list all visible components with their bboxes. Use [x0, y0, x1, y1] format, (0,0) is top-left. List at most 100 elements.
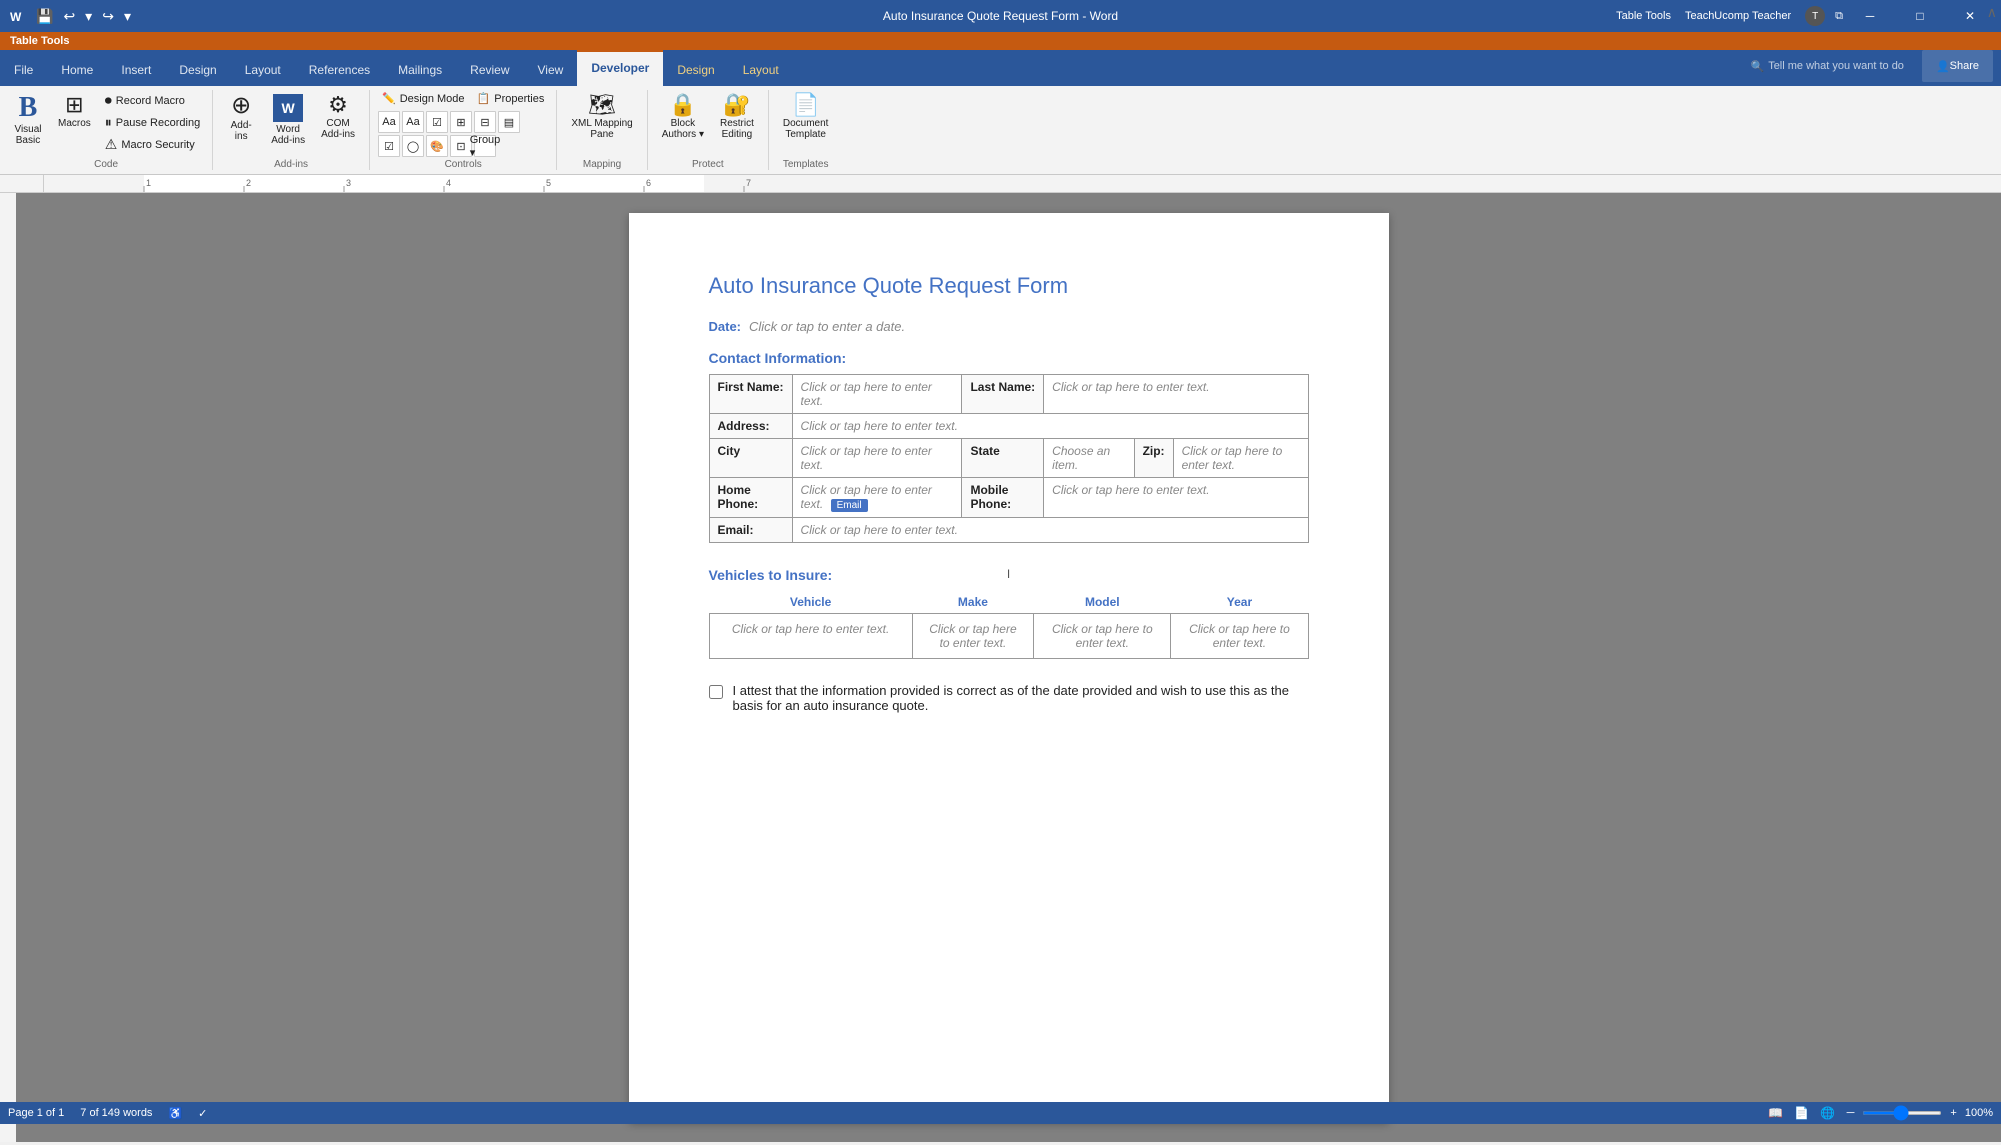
svg-text:5: 5	[546, 178, 551, 188]
maximize-button[interactable]: □	[1897, 0, 1943, 32]
ctrl-icon-10[interactable]: ⊡	[450, 135, 472, 157]
addins-label: Add-ins	[231, 120, 252, 142]
com-addins-label: COMAdd-ins	[321, 118, 355, 140]
page-status: Page 1 of 1	[8, 1107, 64, 1119]
zip-value[interactable]: Click or tap here to enter text.	[1173, 439, 1307, 477]
undo-dropdown-icon[interactable]: ▾	[81, 6, 96, 27]
ctrl-icon-8[interactable]: ◯	[402, 135, 424, 157]
pause-recording-button[interactable]: ⏸ Pause Recording	[101, 112, 204, 133]
attestation-checkbox[interactable]	[709, 685, 723, 699]
document-area[interactable]: Auto Insurance Quote Request Form Date: …	[16, 193, 2001, 1142]
tab-home[interactable]: Home	[47, 54, 107, 86]
ctrl-icon-7[interactable]: ☑	[378, 135, 400, 157]
tab-design2[interactable]: Design	[663, 54, 728, 86]
share-button[interactable]: 👤 Share	[1922, 50, 1993, 82]
macro-security-button[interactable]: ⚠ Macro Security	[101, 134, 204, 155]
accessibility-icon[interactable]: ♿	[168, 1107, 182, 1120]
model-value[interactable]: Click or tap here toenter text.	[1034, 614, 1171, 659]
ctrl-icon-6[interactable]: ▤	[498, 111, 520, 133]
controls-group-label: Controls	[378, 159, 548, 170]
email-value[interactable]: Click or tap here to enter text.	[792, 518, 1308, 543]
macros-label: Macros	[58, 118, 91, 129]
restrict-editing-button[interactable]: 🔐 RestrictEditing	[714, 90, 760, 144]
tab-file[interactable]: File	[0, 54, 47, 86]
addins-icon: ⊕	[231, 94, 251, 118]
address-label: Address:	[709, 414, 792, 439]
mobile-phone-value[interactable]: Click or tap here to enter text.	[1044, 478, 1308, 518]
print-layout-button[interactable]: 📄	[1791, 1104, 1813, 1122]
tab-layout2[interactable]: Layout	[729, 54, 793, 86]
restore-icon[interactable]: ⧉	[1835, 10, 1843, 23]
tab-developer[interactable]: Developer	[577, 50, 663, 86]
zoom-level[interactable]: 100%	[1965, 1107, 1993, 1119]
proofing-icon[interactable]: ✓	[198, 1107, 207, 1120]
tab-view[interactable]: View	[524, 54, 578, 86]
last-name-value[interactable]: Click or tap here to enter text.	[1044, 375, 1308, 414]
customize-icon[interactable]: ▾	[120, 6, 135, 27]
ctrl-icon-1[interactable]: Aa	[378, 111, 400, 133]
tab-mailings[interactable]: Mailings	[384, 54, 456, 86]
block-authors-icon: 🔒	[669, 94, 696, 116]
undo-icon[interactable]: ↩	[59, 6, 79, 27]
tab-insert[interactable]: Insert	[107, 54, 165, 86]
ctrl-icon-5[interactable]: ⊟	[474, 111, 496, 133]
tab-layout[interactable]: Layout	[231, 54, 295, 86]
zoom-in-icon[interactable]: +	[1950, 1107, 1956, 1119]
group-dropdown-btn[interactable]: Group ▾	[474, 135, 496, 157]
ctrl-icon-4[interactable]: ⊞	[450, 111, 472, 133]
make-value[interactable]: Click or tap hereto enter text.	[912, 614, 1034, 659]
ribbon-group-mapping: 🗺 XML MappingPane Mapping	[557, 90, 647, 170]
code-small-buttons: ⏺ Record Macro ⏸ Pause Recording ⚠ Macro…	[101, 90, 204, 155]
ctrl-icon-2[interactable]: Aa	[402, 111, 424, 133]
macros-button[interactable]: ⊞ Macros	[52, 90, 97, 133]
document-template-button[interactable]: 📄 DocumentTemplate	[777, 90, 835, 144]
redo-icon[interactable]: ↪	[98, 6, 118, 27]
tab-review[interactable]: Review	[456, 54, 523, 86]
search-icon: 🔍	[1750, 60, 1764, 73]
design-mode-button[interactable]: ✏️ Design Mode	[378, 90, 469, 107]
addins-button[interactable]: ⊕ Add-ins	[221, 90, 261, 146]
first-name-value[interactable]: Click or tap here to enter text.	[792, 375, 962, 414]
email-badge[interactable]: Email	[831, 499, 868, 512]
zoom-out-icon[interactable]: ─	[1847, 1107, 1855, 1119]
ctrl-icon-3[interactable]: ☑	[426, 111, 448, 133]
block-authors-button[interactable]: 🔒 BlockAuthors ▾	[656, 90, 710, 144]
ruler-marks: 1 2 3 4 5 6 7	[44, 175, 2001, 192]
address-value[interactable]: Click or tap here to enter text.	[792, 414, 1308, 439]
minimize-button[interactable]: ─	[1847, 0, 1893, 32]
properties-button[interactable]: 📋 Properties	[473, 90, 549, 107]
read-mode-button[interactable]: 📖	[1765, 1104, 1787, 1122]
record-macro-button[interactable]: ⏺ Record Macro	[101, 90, 204, 111]
xml-mapping-label: XML MappingPane	[571, 118, 632, 140]
tell-me-button[interactable]: 🔍 Tell me what you want to do	[1736, 50, 1917, 82]
state-value[interactable]: Choose an item.	[1044, 439, 1134, 477]
code-group-label: Code	[8, 159, 204, 170]
xml-mapping-pane-button[interactable]: 🗺 XML MappingPane	[565, 90, 638, 144]
save-icon[interactable]: 💾	[32, 6, 57, 27]
ctrl-icon-9[interactable]: 🎨	[426, 135, 448, 157]
zoom-slider[interactable]	[1862, 1111, 1942, 1115]
properties-icon: 📋	[477, 92, 491, 105]
restrict-editing-label: RestrictEditing	[720, 118, 754, 140]
document-page: Auto Insurance Quote Request Form Date: …	[629, 213, 1389, 1122]
tab-references[interactable]: References	[295, 54, 384, 86]
macros-icon: ⊞	[65, 94, 83, 116]
visual-basic-button[interactable]: B VisualBasic	[8, 90, 48, 150]
word-addins-button[interactable]: W WordAdd-ins	[265, 90, 311, 150]
user-avatar[interactable]: T	[1805, 6, 1825, 26]
tab-design[interactable]: Design	[165, 54, 230, 86]
visual-basic-label: VisualBasic	[14, 124, 41, 146]
make-col-header: Make	[912, 591, 1034, 614]
ribbon-collapse-button[interactable]: ∧	[1987, 4, 1997, 21]
record-macro-icon: ⏺	[105, 92, 112, 109]
city-value[interactable]: Click or tap here to enter text.	[792, 439, 962, 478]
state-zip-cell: Choose an item. Zip: Click or tap here t…	[1044, 439, 1308, 478]
com-addins-button[interactable]: ⚙ COMAdd-ins	[315, 90, 361, 144]
date-input[interactable]: Click or tap to enter a date.	[749, 319, 905, 334]
svg-text:6: 6	[646, 178, 651, 188]
vehicle-value[interactable]: Click or tap here to enter text.	[709, 614, 912, 659]
status-right: 📖 📄 🌐 ─ + 100%	[1765, 1104, 1993, 1122]
form-title: Auto Insurance Quote Request Form	[709, 273, 1309, 299]
year-value[interactable]: Click or tap here toenter text.	[1171, 614, 1308, 659]
web-layout-button[interactable]: 🌐	[1817, 1104, 1839, 1122]
